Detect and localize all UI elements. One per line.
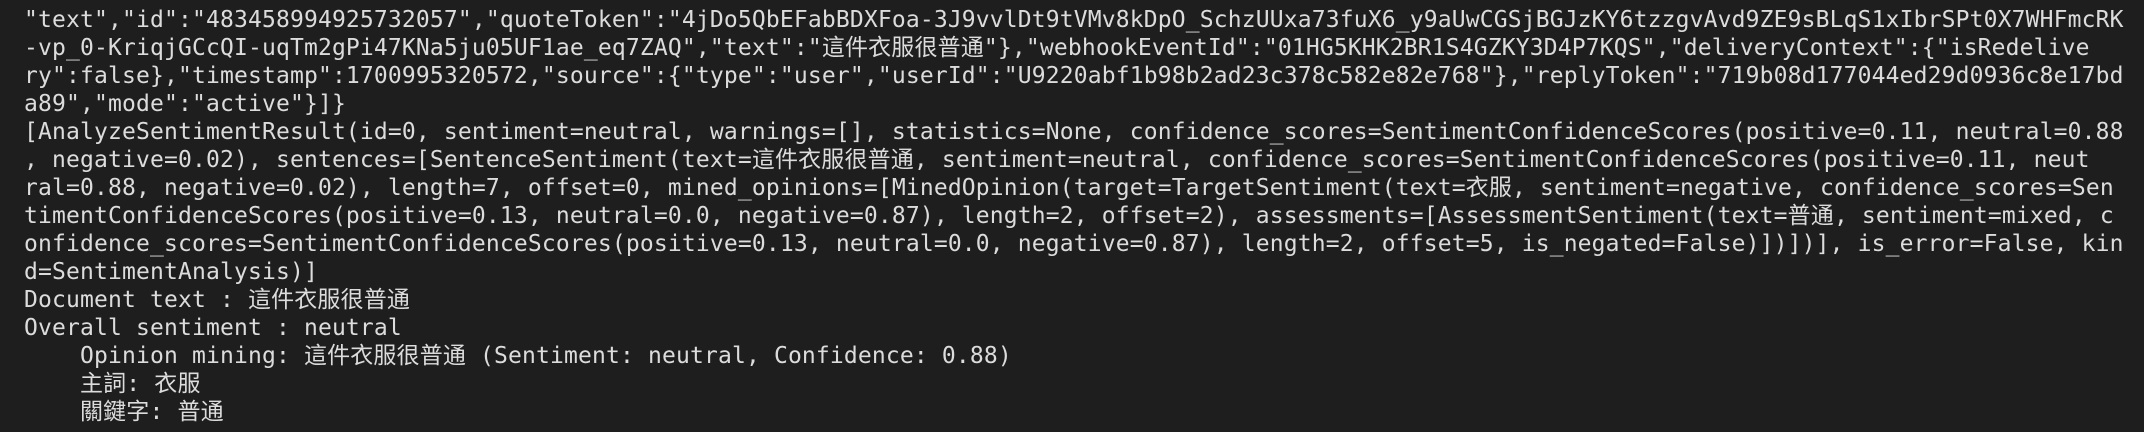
opinion-mining-line: Opinion mining: 這件衣服很普通 (Sentiment: neut… <box>80 343 1012 369</box>
subject-line: 主詞: 衣服 <box>80 371 201 397</box>
terminal-output: "text","id":"483458994925732057","quoteT… <box>0 0 2144 432</box>
output-line: ral=0.88, negative=0.02), length=7, offs… <box>24 175 2114 201</box>
output-line: a89","mode":"active"}]} <box>24 91 346 117</box>
document-text-line: Document text : 這件衣服很普通 <box>24 287 411 313</box>
output-line: onfidence_scores=SentimentConfidenceScor… <box>24 231 2124 257</box>
output-line: ry":false},"timestamp":1700995320572,"so… <box>24 63 2124 89</box>
keyword-line: 關鍵字: 普通 <box>80 399 224 425</box>
output-line: [AnalyzeSentimentResult(id=0, sentiment=… <box>24 119 2124 145</box>
output-line: d=SentimentAnalysis)] <box>24 259 318 285</box>
overall-sentiment-line: Overall sentiment : neutral <box>24 315 402 341</box>
output-line: timentConfidenceScores(positive=0.13, ne… <box>24 203 2114 229</box>
output-line: , negative=0.02), sentences=[SentenceSen… <box>24 147 2090 173</box>
output-line: -vp_0-KriqjGCcQI-uqTm2gPi47KNa5ju05UF1ae… <box>24 35 2090 61</box>
output-line: "text","id":"483458994925732057","quoteT… <box>24 7 2124 33</box>
